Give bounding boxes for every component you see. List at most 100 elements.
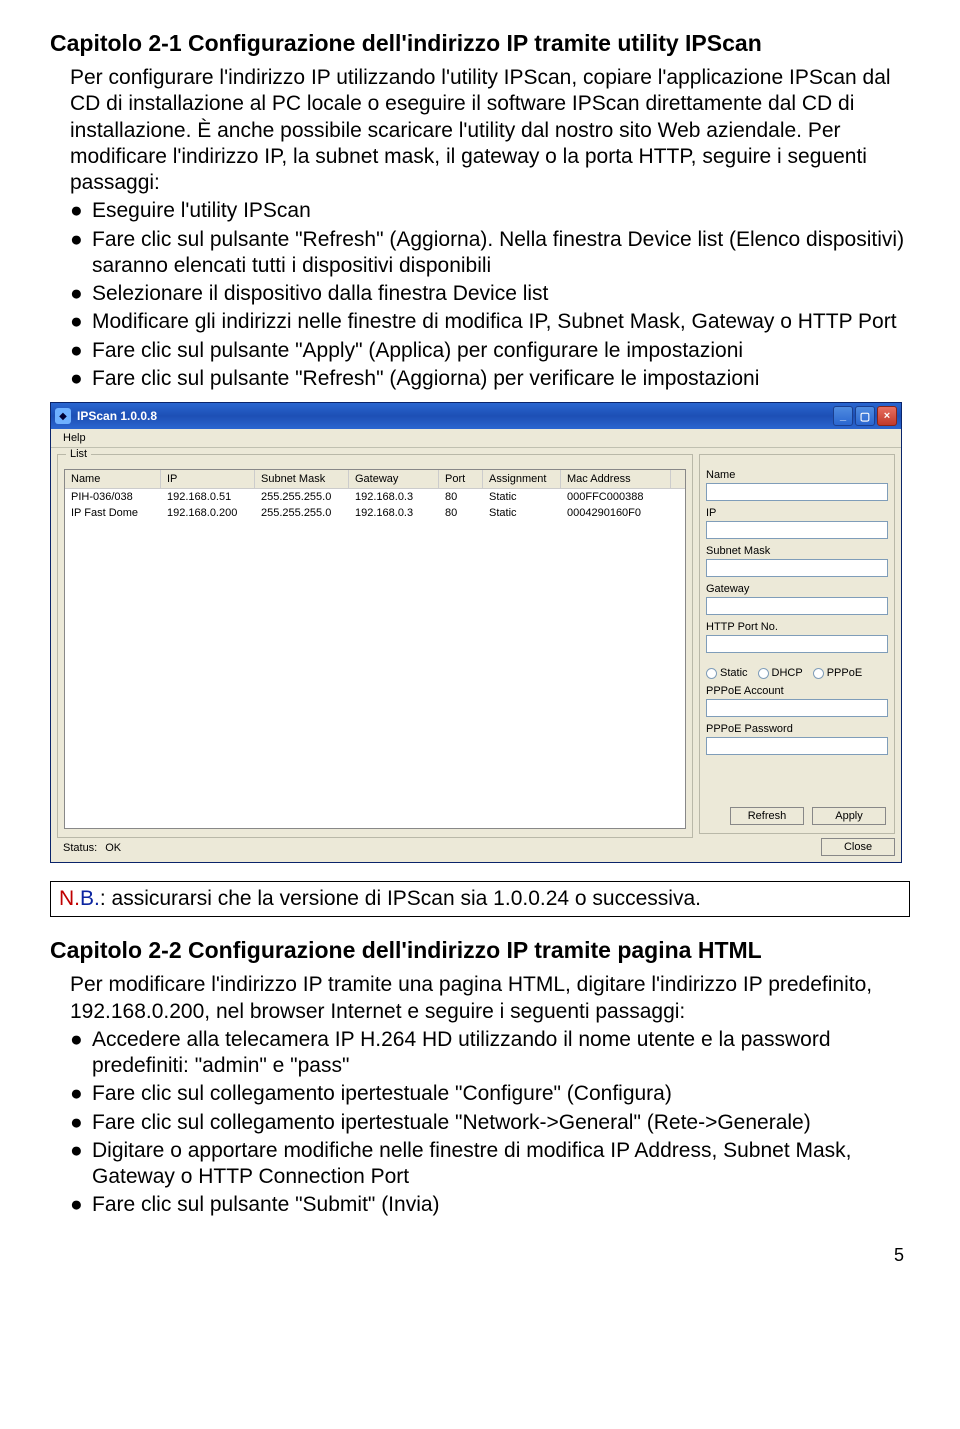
cell-assignment: Static — [483, 505, 561, 521]
bullet-text: Accedere alla telecamera IP H.264 HD uti… — [92, 1027, 910, 1080]
cell-port: 80 — [439, 489, 483, 505]
radio-icon — [758, 668, 769, 679]
cell-mac: 0004290160F0 — [561, 505, 671, 521]
bullet-text: Fare clic sul pulsante "Submit" (Invia) — [92, 1192, 910, 1218]
input-name[interactable] — [706, 483, 888, 501]
bullet-item: ● Accedere alla telecamera IP H.264 HD u… — [70, 1027, 910, 1080]
section1-paragraph: Per configurare l'indirizzo IP utilizzan… — [70, 65, 910, 196]
radio-static[interactable]: Static — [706, 667, 748, 679]
maximize-button[interactable]: ▢ — [855, 406, 875, 426]
bullet-icon: ● — [70, 309, 92, 335]
col-mac[interactable]: Mac Address — [561, 470, 671, 488]
bullet-item: ● Fare clic sul pulsante "Refresh" (Aggi… — [70, 227, 910, 280]
section1-heading: Capitolo 2-1 Configurazione dell'indiriz… — [50, 30, 910, 57]
label-subnet-mask: Subnet Mask — [706, 545, 888, 557]
close-row: Close — [699, 834, 895, 856]
cell-gateway: 192.168.0.3 — [349, 505, 439, 521]
cell-ip: 192.168.0.51 — [161, 489, 255, 505]
cell-mac: 000FFC000388 — [561, 489, 671, 505]
apply-button[interactable]: Apply — [812, 807, 886, 825]
input-pppoe-password[interactable] — [706, 737, 888, 755]
menu-help[interactable]: Help — [57, 430, 92, 446]
bullet-icon: ● — [70, 1110, 92, 1136]
window-controls: _ ▢ × — [833, 406, 897, 426]
status-row: Status: OK — [57, 838, 693, 856]
cell-name: PIH-036/038 — [65, 489, 161, 505]
client-area: List Name IP Subnet Mask Gateway Port As… — [51, 448, 901, 862]
label-name: Name — [706, 469, 888, 481]
status-label: Status: — [63, 842, 97, 854]
bullet-text: Fare clic sul pulsante "Refresh" (Aggior… — [92, 227, 910, 280]
cell-gateway: 192.168.0.3 — [349, 489, 439, 505]
bullet-text: Fare clic sul pulsante "Refresh" (Aggior… — [92, 366, 910, 392]
close-button[interactable]: × — [877, 406, 897, 426]
col-port[interactable]: Port — [439, 470, 483, 488]
assignment-radios: Static DHCP PPPoE — [706, 667, 888, 679]
bullet-item: ● Modificare gli indirizzi nelle finestr… — [70, 309, 910, 335]
bullet-item: ● Fare clic sul pulsante "Apply" (Applic… — [70, 338, 910, 364]
note-b: B. — [80, 887, 100, 910]
bullet-text: Fare clic sul pulsante "Apply" (Applica)… — [92, 338, 910, 364]
bullet-icon: ● — [70, 1138, 92, 1191]
ipscan-window: ◆ IPScan 1.0.0.8 _ ▢ × Help List Name IP… — [50, 402, 902, 863]
list-header-row: Name IP Subnet Mask Gateway Port Assignm… — [65, 470, 685, 489]
bullet-item: ● Digitare o apportare modifiche nelle f… — [70, 1138, 910, 1191]
label-ip: IP — [706, 507, 888, 519]
edit-panel: Name IP Subnet Mask Gateway HTTP Port No… — [699, 454, 895, 856]
refresh-button[interactable]: Refresh — [730, 807, 804, 825]
minimize-button[interactable]: _ — [833, 406, 853, 426]
radio-pppoe[interactable]: PPPoE — [813, 667, 862, 679]
radio-icon — [706, 668, 717, 679]
app-icon: ◆ — [55, 408, 71, 424]
label-pppoe-account: PPPoE Account — [706, 685, 888, 697]
bullet-icon: ● — [70, 1027, 92, 1080]
cell-assignment: Static — [483, 489, 561, 505]
input-ip[interactable] — [706, 521, 888, 539]
table-row[interactable]: IP Fast Dome 192.168.0.200 255.255.255.0… — [65, 505, 685, 521]
bullet-text: Selezionare il dispositivo dalla finestr… — [92, 281, 910, 307]
radio-dhcp-label: DHCP — [772, 667, 803, 679]
input-pppoe-account[interactable] — [706, 699, 888, 717]
bullet-text: Eseguire l'utility IPScan — [92, 198, 910, 224]
bullet-item: ● Eseguire l'utility IPScan — [70, 198, 910, 224]
refresh-apply-row: Refresh Apply — [730, 807, 886, 825]
label-pppoe-password: PPPoE Password — [706, 723, 888, 735]
bullet-item: ● Fare clic sul pulsante "Submit" (Invia… — [70, 1192, 910, 1218]
table-row[interactable]: PIH-036/038 192.168.0.51 255.255.255.0 1… — [65, 489, 685, 505]
bullet-icon: ● — [70, 1081, 92, 1107]
bullet-text: Digitare o apportare modifiche nelle fin… — [92, 1138, 910, 1191]
cell-mask: 255.255.255.0 — [255, 489, 349, 505]
cell-name: IP Fast Dome — [65, 505, 161, 521]
col-subnet-mask[interactable]: Subnet Mask — [255, 470, 349, 488]
note-n: N. — [59, 887, 80, 910]
edit-groupbox: Name IP Subnet Mask Gateway HTTP Port No… — [699, 454, 895, 834]
bullet-icon: ● — [70, 227, 92, 280]
radio-pppoe-label: PPPoE — [827, 667, 862, 679]
titlebar: ◆ IPScan 1.0.0.8 _ ▢ × — [51, 403, 901, 429]
page-number: 5 — [50, 1245, 910, 1266]
col-name[interactable]: Name — [65, 470, 161, 488]
bullet-icon: ● — [70, 366, 92, 392]
input-gateway[interactable] — [706, 597, 888, 615]
bullet-icon: ● — [70, 1192, 92, 1218]
cell-mask: 255.255.255.0 — [255, 505, 349, 521]
col-ip[interactable]: IP — [161, 470, 255, 488]
input-http-port[interactable] — [706, 635, 888, 653]
list-legend: List — [66, 448, 91, 460]
bullet-item: ● Fare clic sul collegamento ipertestual… — [70, 1110, 910, 1136]
cell-ip: 192.168.0.200 — [161, 505, 255, 521]
bullet-item: ● Fare clic sul collegamento ipertestual… — [70, 1081, 910, 1107]
radio-dhcp[interactable]: DHCP — [758, 667, 803, 679]
cell-port: 80 — [439, 505, 483, 521]
window-title: IPScan 1.0.0.8 — [77, 409, 833, 423]
radio-static-label: Static — [720, 667, 748, 679]
list-panel: List Name IP Subnet Mask Gateway Port As… — [57, 454, 693, 856]
device-list[interactable]: Name IP Subnet Mask Gateway Port Assignm… — [64, 469, 686, 829]
col-gateway[interactable]: Gateway — [349, 470, 439, 488]
input-subnet-mask[interactable] — [706, 559, 888, 577]
section2-paragraph: Per modificare l'indirizzo IP tramite un… — [70, 972, 910, 1025]
bullet-item: ● Fare clic sul pulsante "Refresh" (Aggi… — [70, 366, 910, 392]
radio-icon — [813, 668, 824, 679]
close-window-button[interactable]: Close — [821, 838, 895, 856]
col-assignment[interactable]: Assignment — [483, 470, 561, 488]
